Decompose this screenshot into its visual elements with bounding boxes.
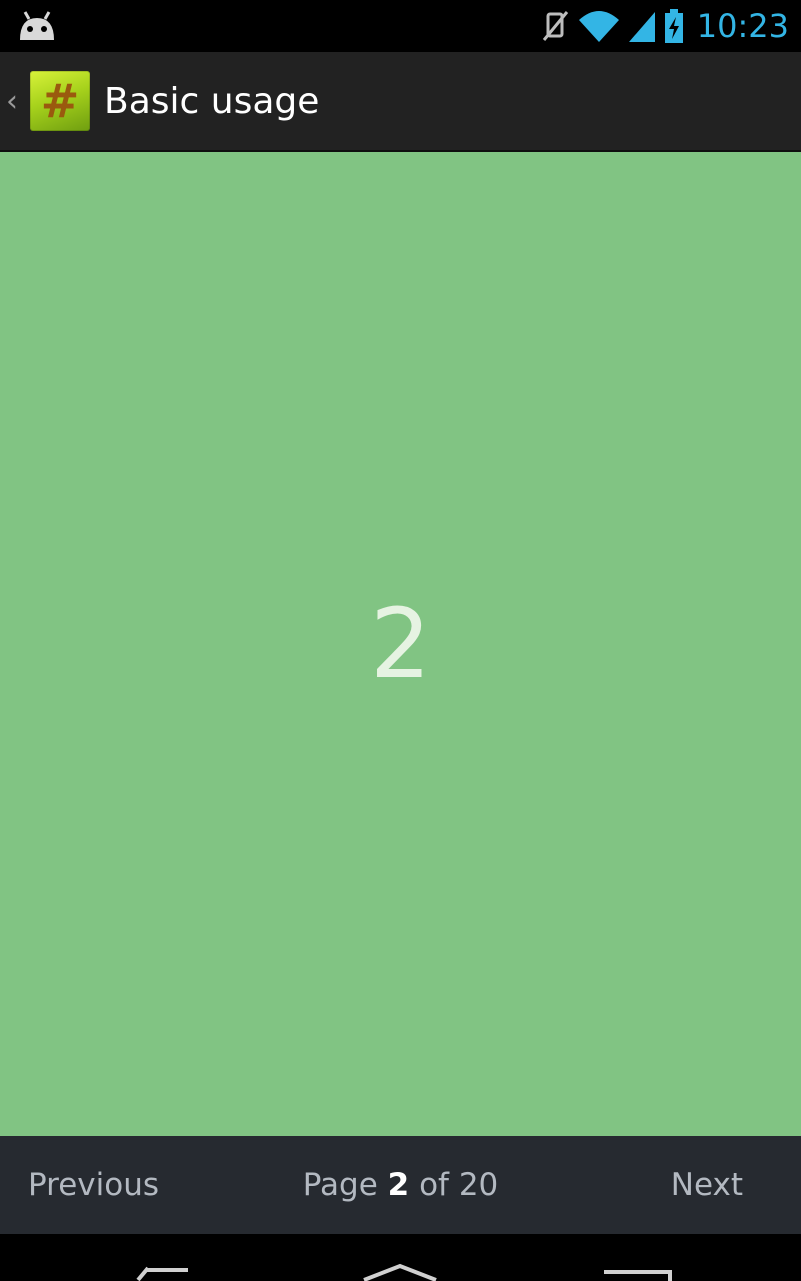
status-bar: 10:23 — [0, 0, 801, 52]
app-icon[interactable]: # — [30, 71, 90, 131]
current-page: 2 — [387, 1167, 410, 1203]
of-label: of — [419, 1167, 449, 1203]
navigation-bar — [0, 1234, 801, 1281]
cell-signal-icon — [628, 12, 655, 42]
action-bar: ‹ # Basic usage — [0, 52, 801, 152]
muted-vibrate-icon — [542, 11, 568, 41]
screen: 10:23 ‹ # Basic usage 2 Previous Page 2 … — [0, 0, 801, 1281]
page-prefix: Page — [302, 1167, 378, 1203]
recent-apps-icon[interactable] — [600, 1262, 674, 1281]
home-icon[interactable] — [360, 1262, 440, 1281]
total-pages: 20 — [458, 1167, 499, 1203]
pager-page[interactable]: 2 — [0, 152, 801, 1136]
action-bar-title: Basic usage — [104, 80, 320, 122]
up-chevron-icon[interactable]: ‹ — [6, 84, 28, 119]
pager-bar: Previous Page 2 of 20 Next — [0, 1136, 801, 1234]
previous-button[interactable]: Previous — [28, 1136, 159, 1234]
android-debug-icon — [20, 11, 54, 40]
battery-charging-icon — [664, 9, 683, 43]
back-icon[interactable] — [128, 1262, 198, 1281]
status-time: 10:23 — [696, 7, 789, 45]
next-button[interactable]: Next — [671, 1136, 743, 1234]
page-number-label: 2 — [369, 588, 432, 700]
status-icons: 10:23 — [541, 6, 789, 46]
wifi-icon — [578, 11, 619, 42]
